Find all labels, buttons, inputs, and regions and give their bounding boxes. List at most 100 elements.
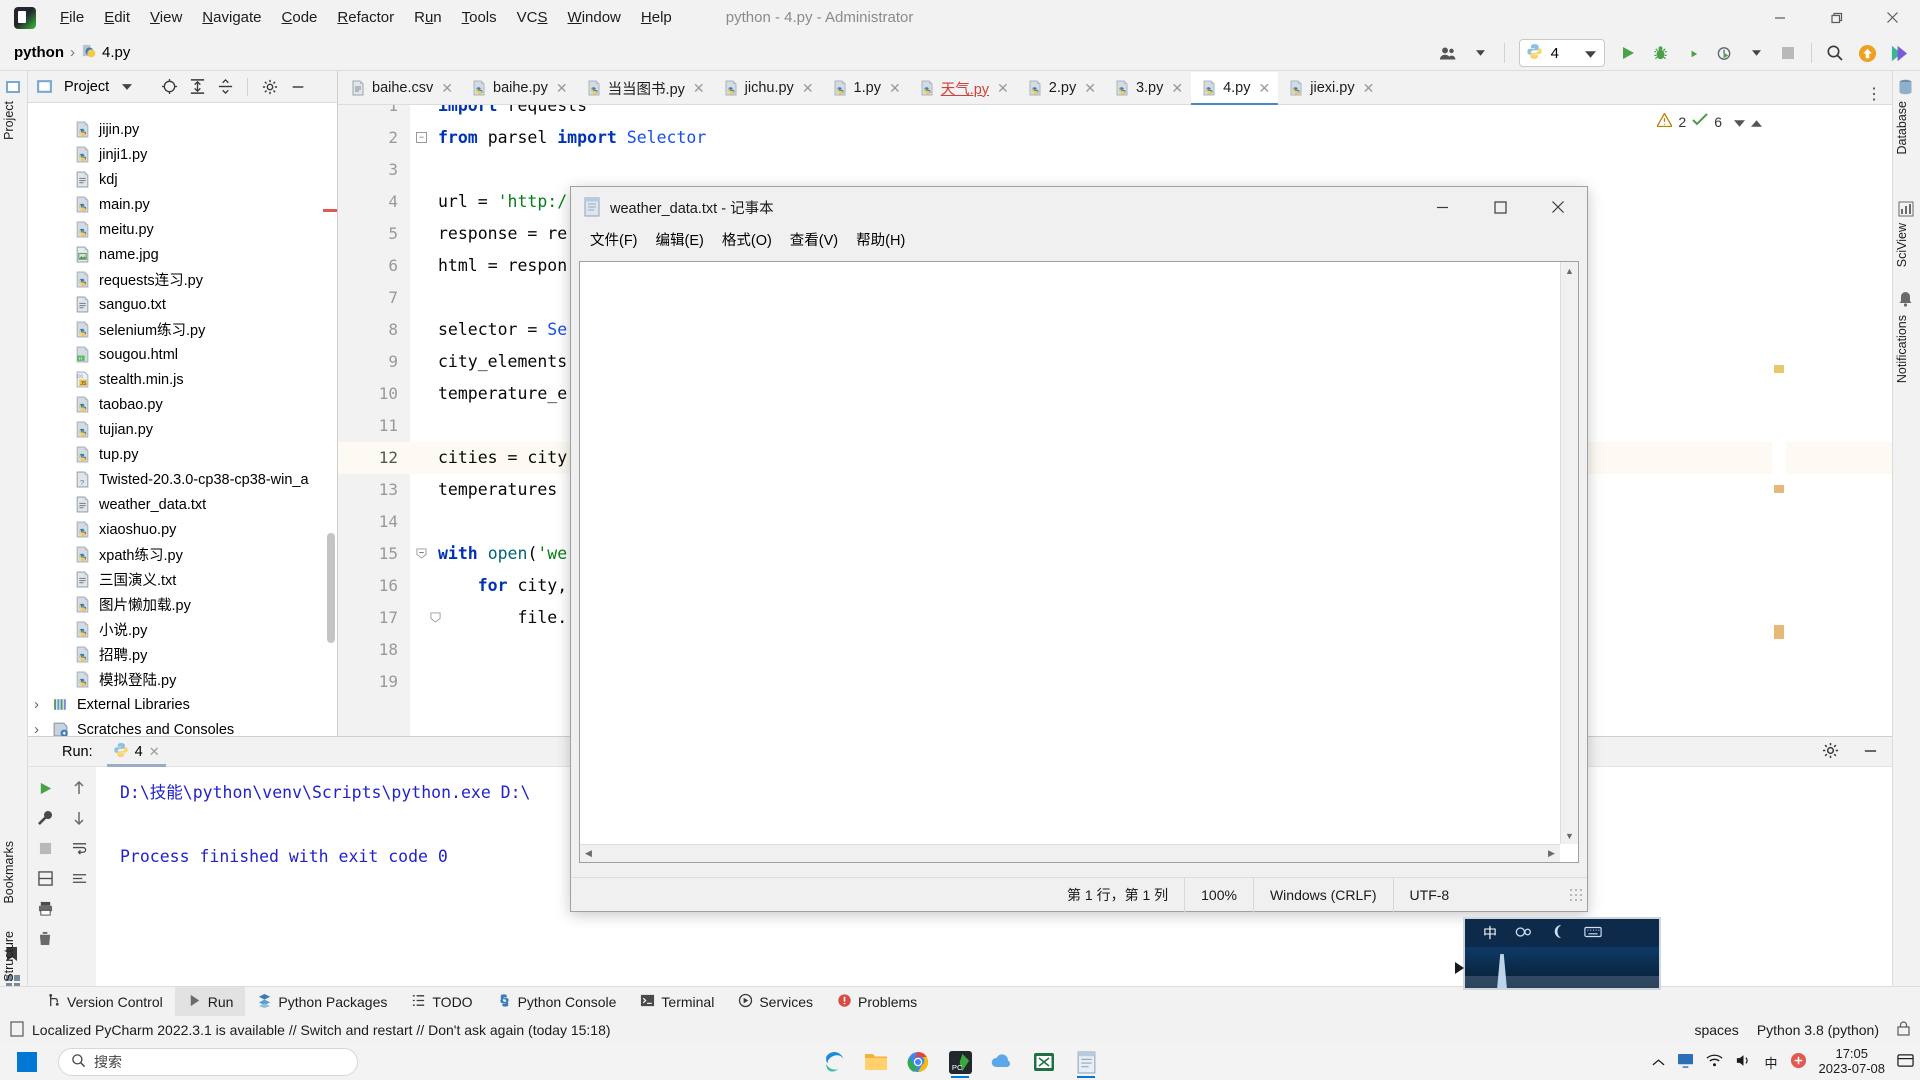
bottom-tab[interactable]: Run	[174, 986, 246, 1017]
tree-item[interactable]: requests连习.py	[28, 267, 337, 292]
status-interpreter[interactable]: Python 3.8 (python)	[1757, 1022, 1879, 1038]
notepad-text-area[interactable]	[580, 262, 1560, 844]
notepad-icon[interactable]	[1069, 1046, 1103, 1078]
scroll-up-icon[interactable]	[62, 773, 96, 803]
tree-item[interactable]: main.py	[28, 192, 337, 217]
tree-item[interactable]: weather_data.txt	[28, 492, 337, 517]
fold-marker[interactable]	[416, 548, 427, 559]
run-hide-icon[interactable]	[1859, 743, 1892, 761]
tree-item[interactable]: 101 JS stealth.min.js	[28, 367, 337, 392]
status-lock-icon[interactable]	[1897, 1021, 1910, 1039]
locate-file-icon[interactable]	[159, 77, 179, 97]
run-button[interactable]	[1613, 38, 1643, 68]
notepad-menu-item[interactable]: 格式(O)	[713, 227, 781, 255]
print-icon[interactable]	[28, 893, 62, 923]
tab-close-icon[interactable]: ✕	[997, 80, 1009, 97]
user-group-icon[interactable]	[1434, 38, 1464, 68]
run-configuration-selector[interactable]: 4	[1518, 39, 1605, 67]
menu-run[interactable]: Run	[404, 0, 452, 35]
editor-scrollbar[interactable]	[1772, 105, 1786, 736]
bottom-tab[interactable]: Services	[726, 987, 825, 1017]
tab-close-icon[interactable]: ✕	[1171, 80, 1183, 97]
tree-scrollbar[interactable]	[327, 533, 335, 643]
notepad-zoom-level[interactable]: 100%	[1184, 877, 1253, 912]
update-icon[interactable]	[1852, 38, 1882, 68]
editor-tab[interactable]: 4.py ✕	[1191, 72, 1279, 105]
editor-tab[interactable]: baihe.csv ✕	[340, 72, 461, 104]
menu-vcs[interactable]: VCS	[507, 0, 558, 35]
chevron-down-icon[interactable]	[117, 77, 137, 97]
menu-edit[interactable]: Edit	[94, 0, 140, 35]
editor-tab[interactable]: 3.py ✕	[1104, 72, 1191, 104]
chrome-icon[interactable]	[901, 1046, 935, 1078]
editor-tab[interactable]: 1.py ✕	[822, 72, 909, 104]
database-rail-icon[interactable]	[1898, 79, 1916, 97]
scroll-up-arrow-icon[interactable]: ▲	[1561, 262, 1578, 279]
notepad-menu-item[interactable]: 编辑(E)	[647, 227, 713, 255]
notepad-menu-item[interactable]: 文件(F)	[581, 227, 647, 255]
bottom-tab[interactable]: Version Control	[34, 987, 175, 1017]
notification-icon[interactable]	[1897, 1052, 1914, 1072]
code-line[interactable]: 3	[338, 154, 1892, 186]
menu-view[interactable]: View	[140, 0, 192, 35]
run-settings-gear-icon[interactable]	[1812, 742, 1849, 762]
tree-item[interactable]: xpath练习.py	[28, 542, 337, 567]
rail-label-structure[interactable]: Structure	[2, 931, 16, 982]
tab-close-icon[interactable]: ✕	[1363, 80, 1375, 97]
ime-indicator[interactable]: 中	[1764, 1053, 1777, 1072]
inspection-widget[interactable]: 2 6	[1656, 112, 1762, 130]
tab-close-icon[interactable]: ✕	[802, 80, 814, 97]
editor-tab[interactable]: jiexi.py ✕	[1278, 72, 1382, 104]
start-button[interactable]	[0, 1044, 54, 1080]
menu-tools[interactable]: Tools	[452, 0, 507, 35]
ime-mode-label[interactable]: 中	[1483, 923, 1497, 943]
project-rail-icon[interactable]	[5, 79, 23, 97]
scroll-down-icon[interactable]	[62, 803, 96, 833]
editor-mark-change[interactable]	[1774, 625, 1784, 639]
editor-mark-warning[interactable]	[1774, 365, 1784, 373]
run-tab[interactable]: 4 ✕	[103, 737, 170, 767]
notepad-menu-item[interactable]: 查看(V)	[781, 227, 847, 255]
maximize-button[interactable]	[1808, 0, 1864, 35]
tab-overflow-icon[interactable]: ⋮	[1856, 84, 1892, 104]
scroll-down-arrow-icon[interactable]: ▼	[1561, 827, 1578, 844]
network-icon[interactable]	[1706, 1053, 1723, 1071]
tree-item[interactable]: jinji1.py	[28, 142, 337, 167]
chevron-up-icon[interactable]	[1652, 1055, 1665, 1070]
run-settings-wrench-icon[interactable]	[28, 803, 62, 833]
fold-marker[interactable]: −	[416, 132, 427, 143]
edge-icon[interactable]	[817, 1046, 851, 1078]
tree-item[interactable]: tujian.py	[28, 417, 337, 442]
tree-item[interactable]: jijin.py	[28, 117, 337, 142]
tab-close-icon[interactable]: ✕	[1259, 80, 1271, 97]
file-explorer-icon[interactable]	[859, 1046, 893, 1078]
status-spaces[interactable]: spaces	[1694, 1022, 1738, 1038]
settings-gear-icon[interactable]	[260, 77, 280, 97]
editor-mark-error[interactable]	[1774, 485, 1784, 493]
tree-item[interactable]: xiaoshuo.py	[28, 517, 337, 542]
chevron-right-icon[interactable]: ›	[34, 696, 48, 713]
tree-item[interactable]: 招聘.py	[28, 642, 337, 667]
rail-label-database[interactable]: Database	[1895, 101, 1909, 155]
tree-item[interactable]: tup.py	[28, 442, 337, 467]
tree-item[interactable]: meitu.py	[28, 217, 337, 242]
volume-icon[interactable]	[1735, 1053, 1752, 1071]
tree-item[interactable]: ? Twisted-20.3.0-cp38-cp38-win_a	[28, 467, 337, 492]
tree-item[interactable]: Hgushiwen.html	[28, 103, 337, 105]
editor-tab[interactable]: 2.py ✕	[1017, 72, 1104, 104]
tab-close-icon[interactable]: ✕	[556, 80, 568, 97]
tree-item[interactable]: › External Libraries	[28, 692, 337, 717]
hide-panel-icon[interactable]	[288, 77, 308, 97]
notifications-rail-icon[interactable]	[1898, 291, 1916, 309]
expand-all-icon[interactable]	[187, 77, 207, 97]
tree-item[interactable]: 小说.py	[28, 617, 337, 642]
profile-button[interactable]	[1709, 38, 1739, 68]
sciview-rail-icon[interactable]	[1898, 201, 1916, 219]
rail-label-project[interactable]: Project	[2, 101, 16, 140]
notepad-text-area-container[interactable]: ▲ ▼ ◀ ▶	[579, 261, 1579, 863]
editor-tab[interactable]: jichu.py ✕	[713, 72, 822, 104]
editor-tab[interactable]: 天气.py ✕	[909, 72, 1017, 104]
status-message[interactable]: Localized PyCharm 2022.3.1 is available …	[32, 1022, 611, 1038]
editor-tab[interactable]: 当当图书.py ✕	[576, 72, 713, 104]
notepad-window[interactable]: weather_data.txt - 记事本 文件(F) 编辑(E) 格式(O) 查看…	[570, 186, 1588, 912]
